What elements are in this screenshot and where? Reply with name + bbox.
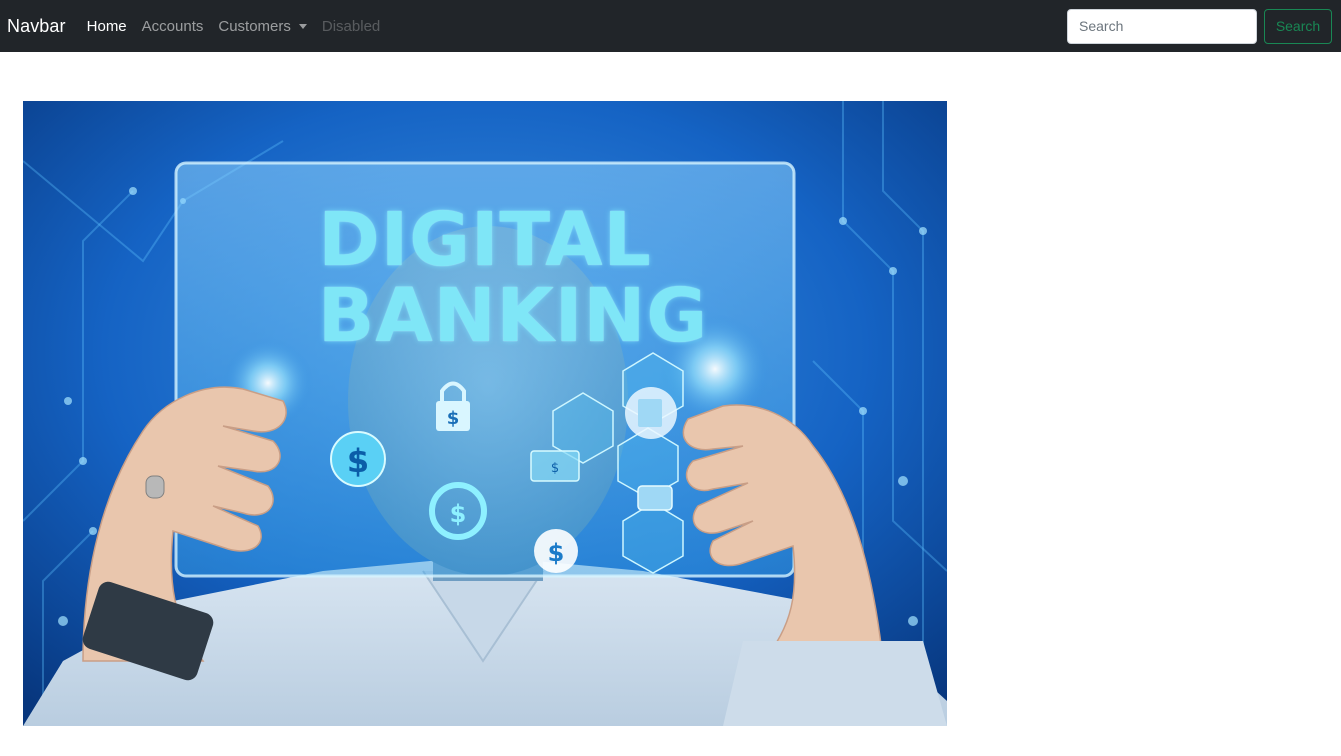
nav-item-disabled: Disabled — [321, 17, 381, 35]
nav-item-customers-dropdown[interactable]: Customers — [218, 18, 307, 35]
caret-down-icon — [298, 24, 307, 29]
search-input[interactable] — [1067, 8, 1257, 44]
card-icon: $ — [530, 450, 580, 482]
search-button[interactable]: Search — [1264, 8, 1332, 44]
nav-item-accounts[interactable]: Accounts — [142, 18, 204, 35]
dollar-coin-icon: $ — [330, 431, 386, 487]
svg-text:$: $ — [447, 408, 460, 429]
navbar-brand[interactable]: Navbar — [7, 16, 66, 37]
svg-text:$: $ — [450, 500, 467, 528]
top-navbar: Navbar Home Accounts Customers Disabled … — [0, 0, 1341, 52]
svg-text:$: $ — [548, 539, 565, 567]
document-icon — [625, 387, 677, 439]
svg-text:$: $ — [551, 461, 559, 476]
hero-image: $ $ $ $ $ DIGITAL BANKING — [23, 101, 947, 726]
hero-title-line2: BANKING — [317, 273, 709, 359]
hero-illustration: $ $ $ $ $ — [23, 101, 947, 726]
nav-item-home[interactable]: Home — [87, 18, 127, 35]
nav-item-customers-label: Customers — [218, 17, 291, 35]
dollar-bottom-icon: $ — [534, 529, 578, 573]
svg-text:$: $ — [347, 442, 369, 480]
wallet-icon — [637, 485, 673, 511]
hero-title-line1: DIGITAL — [318, 197, 652, 283]
